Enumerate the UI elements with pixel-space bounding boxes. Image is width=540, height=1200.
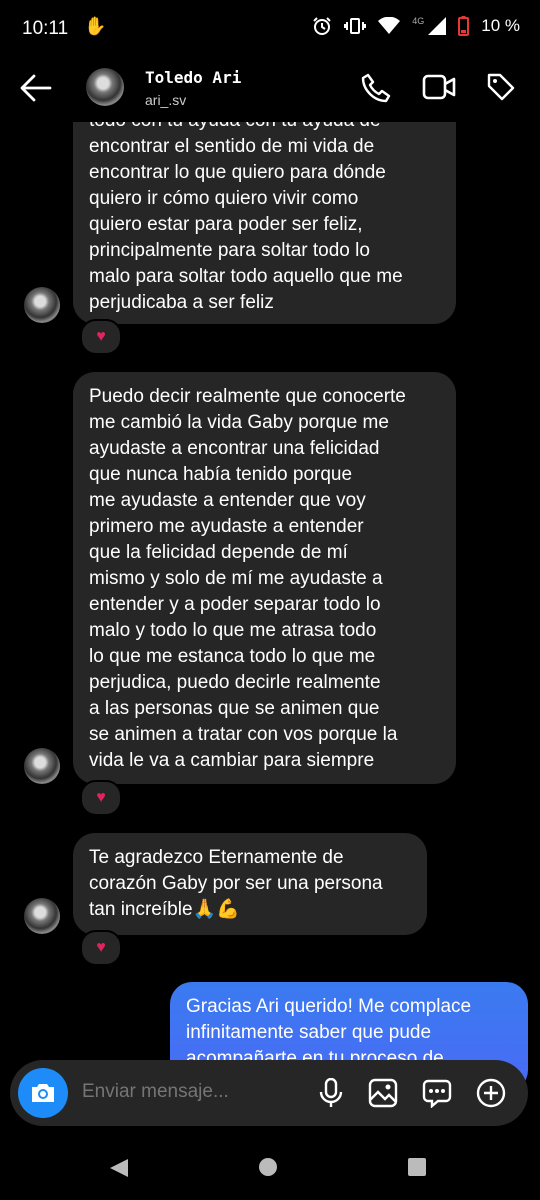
- sender-avatar[interactable]: [24, 748, 60, 784]
- hand-icon: ✋: [84, 16, 107, 36]
- message-line: encontrar el sentido de mi vida de: [89, 136, 375, 157]
- wifi-icon: [378, 17, 401, 34]
- message-line: Te agradezco Eternamente de: [89, 847, 344, 868]
- message-line: que nunca había tenido porque: [89, 464, 353, 485]
- contact-username[interactable]: ari_.sv: [145, 92, 186, 108]
- signal-icon: [428, 17, 447, 35]
- heart-reaction-icon[interactable]: ♥: [80, 319, 122, 355]
- message-line: vida le va a cambiar para siempre: [89, 750, 375, 771]
- network-type: 4G: [412, 16, 425, 26]
- back-arrow-icon[interactable]: [20, 74, 52, 102]
- nav-recents-icon[interactable]: [408, 1158, 426, 1176]
- camera-icon: [32, 1084, 54, 1102]
- message-thread: todo con tu ayuda con tu ayuda de encont…: [0, 0, 540, 1200]
- message-line: Gracias Ari querido! Me complace: [186, 996, 472, 1017]
- message-line: perjudicaba a ser feliz: [89, 292, 274, 313]
- message-line: principalmente para soltar todo lo: [89, 240, 370, 261]
- sticker-icon[interactable]: [422, 1078, 452, 1108]
- sender-avatar[interactable]: [24, 287, 60, 323]
- message-input[interactable]: [80, 1080, 304, 1104]
- camera-button[interactable]: [18, 1068, 68, 1118]
- gallery-icon[interactable]: [368, 1078, 398, 1108]
- message-line: quiero estar para poder ser feliz,: [89, 214, 363, 235]
- chat-header: Toledo Ari ari_.sv: [0, 56, 540, 122]
- message-line: ayudaste a encontrar una felicidad: [89, 438, 380, 459]
- message-line: malo y todo lo que me atrasa todo: [89, 620, 377, 641]
- nav-back-icon[interactable]: [108, 1157, 130, 1179]
- message-line: infinitamente saber que pude: [186, 1022, 432, 1043]
- message-line: malo para soltar todo aquello que me: [89, 266, 403, 287]
- message-line: entender y a poder separar todo lo: [89, 594, 381, 615]
- status-icons: 4G 10 %: [312, 16, 520, 36]
- tag-icon[interactable]: [486, 72, 516, 102]
- microphone-icon[interactable]: [318, 1078, 344, 1108]
- message-line: tan increíble🙏💪: [89, 899, 240, 920]
- contact-name[interactable]: Toledo Ari: [145, 68, 241, 87]
- heart-reaction-icon[interactable]: ♥: [80, 780, 122, 816]
- message-line: que la felicidad depende de mí: [89, 542, 348, 563]
- message-line: primero me ayudaste a entender: [89, 516, 364, 537]
- message-line: me ayudaste a entender que voy: [89, 490, 366, 511]
- status-bar: 10:11 ✋ 4G 10 %: [0, 0, 540, 56]
- alarm-icon: [313, 17, 331, 35]
- nav-home-icon[interactable]: [259, 1158, 277, 1176]
- status-time: 10:11: [22, 18, 69, 39]
- contact-avatar[interactable]: [86, 68, 124, 106]
- message-line: mismo y solo de mí me ayudaste a: [89, 568, 383, 589]
- header-actions: [360, 72, 516, 104]
- battery-level: 10 %: [481, 16, 520, 35]
- add-icon[interactable]: [476, 1078, 506, 1108]
- incoming-message[interactable]: todo con tu ayuda con tu ayuda de encont…: [73, 100, 456, 324]
- vibrate-icon: [344, 18, 367, 34]
- message-line: a las personas que se animen que: [89, 698, 380, 719]
- battery-icon: [458, 16, 470, 36]
- message-line: lo que me estanca todo lo que me: [89, 646, 376, 667]
- incoming-message[interactable]: Te agradezco Eternamente de corazón Gaby…: [73, 833, 427, 935]
- system-nav-bar: [0, 1136, 540, 1200]
- sender-avatar[interactable]: [24, 898, 60, 934]
- message-line: encontrar lo que quiero para dónde: [89, 162, 386, 183]
- video-call-icon[interactable]: [422, 72, 456, 102]
- message-line: Puedo decir realmente que conocerte: [89, 386, 406, 407]
- message-line: perjudica, puedo decirle realmente: [89, 672, 381, 693]
- phone-icon[interactable]: [360, 72, 392, 104]
- message-composer: [10, 1060, 528, 1126]
- message-line: corazón Gaby por ser una persona: [89, 873, 383, 894]
- composer-actions: [318, 1078, 506, 1108]
- message-line: me cambió la vida Gaby porque me: [89, 412, 389, 433]
- message-line: quiero ir cómo quiero vivir como: [89, 188, 359, 209]
- incoming-message[interactable]: Puedo decir realmente que conocerte me c…: [73, 372, 456, 784]
- message-line: se animen a tratar con vos porque la: [89, 724, 398, 745]
- heart-reaction-icon[interactable]: ♥: [80, 930, 122, 966]
